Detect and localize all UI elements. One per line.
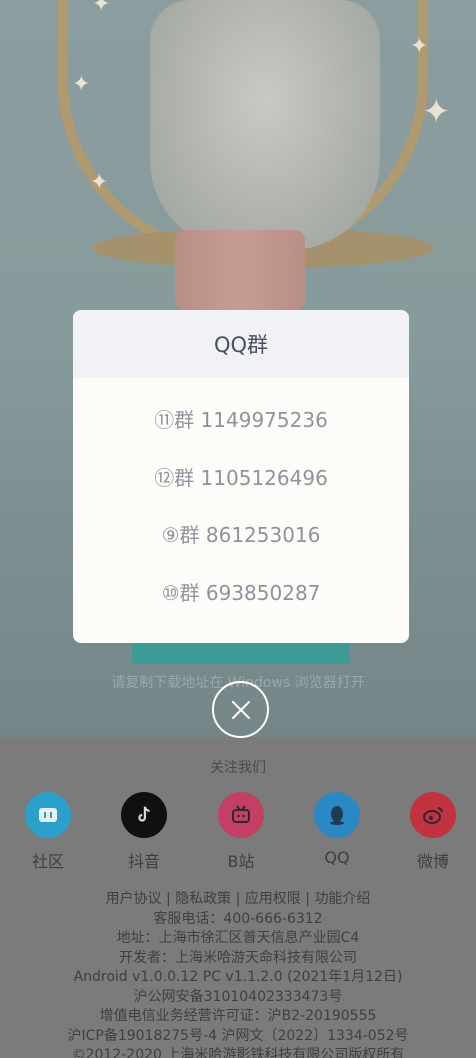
qq-group-item[interactable]: ⑪群 1149975236: [73, 390, 409, 448]
star-decoration-icon: ✦: [422, 92, 451, 132]
social-tiktok-link[interactable]: 抖音: [104, 792, 184, 872]
qq-group-item[interactable]: ⑫群 1105126496: [73, 448, 409, 506]
police-record: 沪公网安备31010402333473号: [133, 988, 343, 1005]
qq-group-modal: QQ群 ⑪群 1149975236 ⑫群 1105126496 ⑨群 86125…: [73, 310, 409, 643]
tiktok-icon: [121, 792, 167, 838]
footer: 关注我们 社区 抖音 B站 QQ 微博 用户协议 | 隐私政策 | 应用权限 |…: [0, 737, 476, 1058]
qq-group-item[interactable]: ⑨群 861253016: [73, 505, 409, 563]
app-permissions-link[interactable]: 应用权限: [245, 891, 301, 907]
features-link[interactable]: 功能介绍: [314, 891, 370, 907]
footer-info: 用户协议 | 隐私政策 | 应用权限 | 功能介绍 客服电话：400-666-6…: [0, 890, 476, 1058]
version-info: Android v1.0.0.12 PC v1.1.2.0 (2021年1月12…: [73, 969, 403, 985]
social-bilibili-link[interactable]: B站: [201, 792, 281, 872]
qq-icon: [314, 792, 360, 838]
star-decoration-icon: ✦: [410, 34, 429, 59]
social-label: QQ: [324, 848, 350, 867]
service-phone: 客服电话：400-666-6312: [153, 910, 323, 927]
community-icon: [25, 792, 71, 838]
privacy-policy-link[interactable]: 隐私政策: [175, 891, 231, 907]
social-label: B站: [227, 852, 255, 871]
hero-character-illustration: [150, 0, 380, 250]
user-agreement-link[interactable]: 用户协议: [106, 891, 162, 907]
bilibili-icon: [218, 792, 264, 838]
social-links: 社区 抖音 B站 QQ 微博: [0, 792, 476, 882]
follow-us-title: 关注我们: [210, 760, 266, 776]
footer-link-separator: |: [300, 891, 315, 907]
social-qq-link[interactable]: QQ: [297, 792, 377, 867]
social-weibo-link[interactable]: 微博: [393, 792, 473, 872]
social-label: 微博: [416, 852, 449, 871]
telecom-license: 增值电信业务经营许可证：沪B2-20190555: [99, 1008, 377, 1024]
close-icon: [231, 700, 250, 719]
close-modal-button[interactable]: [212, 681, 269, 738]
star-decoration-icon: ✦: [90, 170, 109, 195]
footer-links: 用户协议 | 隐私政策 | 应用权限 | 功能介绍: [0, 890, 476, 910]
copyright: ©2012-2020 上海米哈游影铁科技有限公司版权所有: [71, 1047, 405, 1058]
qq-group-list: ⑪群 1149975236 ⑫群 1105126496 ⑨群 861253016…: [73, 378, 409, 620]
developer-info: 开发者：上海米哈游天命科技有限公司: [119, 949, 357, 966]
footer-link-separator: |: [231, 891, 245, 907]
footer-link-separator: |: [161, 891, 176, 907]
icp-record: 沪ICP备19018275号-4 沪网文〔2022〕1334-052号: [67, 1027, 409, 1044]
hero-character-legs: [175, 230, 305, 310]
social-label: 社区: [31, 852, 64, 871]
modal-title: QQ群: [73, 310, 409, 378]
social-label: 抖音: [127, 852, 160, 871]
star-decoration-icon: ✦: [72, 72, 91, 97]
company-address: 地址：上海市徐汇区普天信息产业园C4: [116, 930, 360, 946]
social-community-link[interactable]: 社区: [8, 792, 88, 872]
page: ✦ ✦ ✦ ✦ ✦ 请复制下载地址在 Windows 浏览器打开 关注我们 社区…: [0, 0, 476, 1058]
qq-group-item[interactable]: ⑩群 693850287: [73, 563, 409, 621]
weibo-icon: [410, 792, 456, 838]
star-decoration-icon: ✦: [92, 0, 111, 17]
